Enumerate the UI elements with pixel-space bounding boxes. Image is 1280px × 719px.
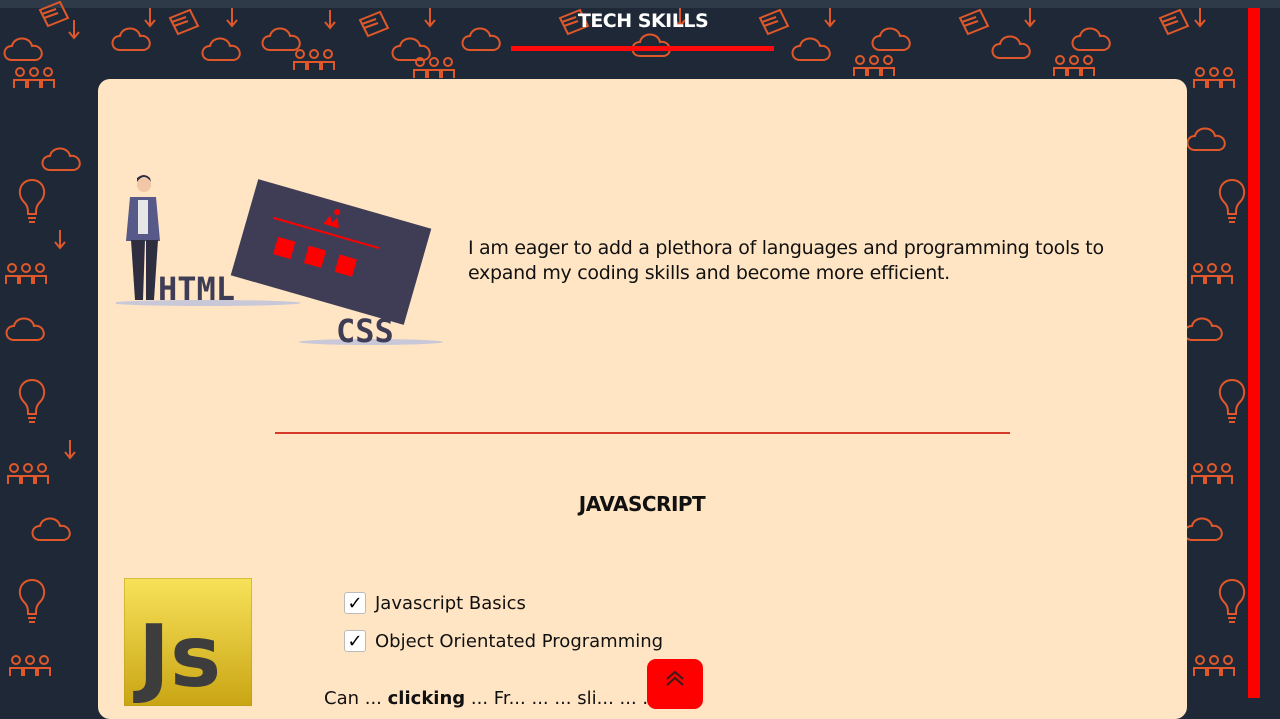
html-text: HTML [158,270,235,308]
cutoff-text-start: Can ... [324,688,382,708]
checkmark-icon: ✓ [344,592,366,614]
section-divider [275,432,1010,434]
skill-label: Object Orientated Programming [375,630,664,652]
section-title: TECH SKILLS [577,10,709,32]
intro-text: I am eager to add a plethora of language… [468,237,1104,284]
javascript-logo: Js [124,578,252,706]
back-to-top-button[interactable] [647,659,703,709]
javascript-skill-list: ✓ Javascript Basics ✓ Object Orientated … [344,584,663,660]
cutoff-paragraph: Can ... clicking ... Fr... ... ... sli..… [324,688,1154,708]
html-css-illustration: HTML CSS [116,175,443,350]
javascript-heading: JAVASCRIPT [578,492,706,516]
checkmark-icon: ✓ [344,630,366,652]
title-underline [511,46,774,51]
chevron-double-up-icon [666,670,684,686]
js-logo-text: Js [133,607,221,706]
list-item: ✓ Javascript Basics [344,584,663,622]
scrollbar-track[interactable] [1260,8,1280,698]
cutoff-bold-text: clicking [387,688,466,708]
skill-label: Javascript Basics [375,592,526,614]
css-text: CSS [336,312,394,350]
list-item: ✓ Object Orientated Programming [344,622,663,660]
scrollbar-thumb[interactable] [1248,8,1260,698]
